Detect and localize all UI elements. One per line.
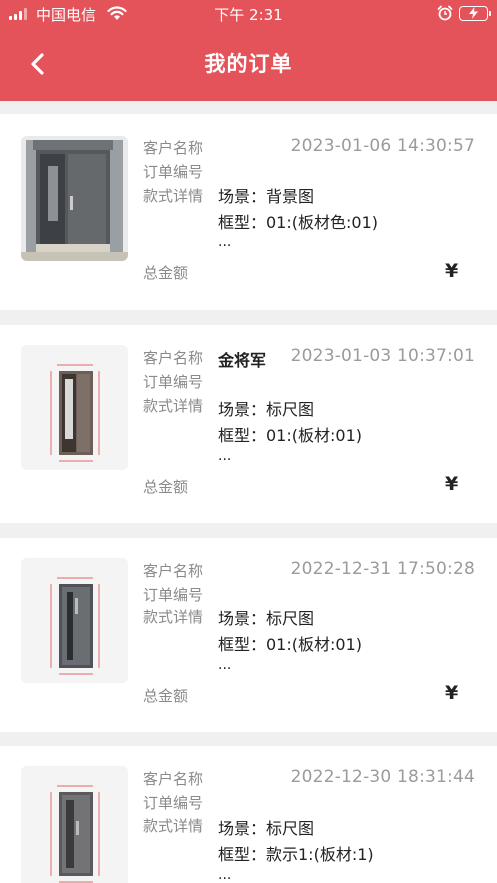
door-thumbnail[interactable] xyxy=(21,136,128,261)
total-amount: ¥ xyxy=(445,260,459,282)
order-card[interactable]: 客户名称 订单编号 款式详情 2023-01-06 14:30:57 场景：背景… xyxy=(0,114,497,310)
total-amount: ¥ xyxy=(445,682,459,704)
style-detail-label: 款式详情 xyxy=(143,187,204,205)
door-thumbnail[interactable] xyxy=(21,558,128,683)
style-detail-label: 款式详情 xyxy=(143,817,204,835)
scene-detail: 场景：标尺图 xyxy=(218,609,315,628)
order-datetime: 2023-01-06 14:30:57 xyxy=(290,136,475,156)
customer-label: 客户名称 xyxy=(143,139,204,157)
order-datetime: 2022-12-31 17:50:28 xyxy=(290,559,475,579)
order-card[interactable]: 客户名称 订单编号 款式详情 2022-12-31 17:50:28 场景：标尺… xyxy=(0,538,497,732)
order-no-label: 订单编号 xyxy=(143,586,204,604)
total-label: 总金额 xyxy=(143,687,189,705)
more-ellipsis: ... xyxy=(218,234,232,250)
battery-icon xyxy=(459,6,491,21)
status-time: 下午 2:31 xyxy=(214,6,283,24)
customer-label: 客户名称 xyxy=(143,562,204,580)
alarm-icon xyxy=(437,5,453,21)
more-ellipsis: ... xyxy=(218,657,232,673)
frame-detail: 框型：01:(板材:01) xyxy=(218,426,362,445)
app-header: 中国电信 下午 2:31 我的订单 xyxy=(0,0,497,101)
order-datetime: 2023-01-03 10:37:01 xyxy=(290,346,475,366)
more-ellipsis: ... xyxy=(218,867,232,883)
customer-label: 客户名称 xyxy=(143,770,204,788)
customer-name: 金将军 xyxy=(218,351,267,370)
status-bar: 中国电信 下午 2:31 xyxy=(0,0,497,28)
style-detail-label: 款式详情 xyxy=(143,608,204,626)
door-thumbnail[interactable] xyxy=(21,345,128,470)
scene-detail: 场景：标尺图 xyxy=(218,819,315,838)
style-detail-label: 款式详情 xyxy=(143,397,204,415)
order-datetime: 2022-12-30 18:31:44 xyxy=(290,767,475,787)
customer-label: 客户名称 xyxy=(143,349,204,367)
order-card[interactable]: 客户名称 订单编号 款式详情 金将军 2023-01-03 10:37:01 场… xyxy=(0,325,497,523)
total-label: 总金额 xyxy=(143,478,189,496)
door-thumbnail[interactable] xyxy=(21,766,128,883)
order-card[interactable]: 客户名称 订单编号 款式详情 2022-12-30 18:31:44 场景：标尺… xyxy=(0,746,497,883)
total-label: 总金额 xyxy=(143,264,189,282)
frame-detail: 框型：款示1:(板材:1) xyxy=(218,845,374,864)
total-amount: ¥ xyxy=(445,473,459,495)
scene-detail: 场景：背景图 xyxy=(218,187,315,206)
frame-detail: 框型：01:(板材色:01) xyxy=(218,213,378,232)
order-no-label: 订单编号 xyxy=(143,163,204,181)
frame-detail: 框型：01:(板材:01) xyxy=(218,635,362,654)
scene-detail: 场景：标尺图 xyxy=(218,400,315,419)
order-no-label: 订单编号 xyxy=(143,794,204,812)
page-title: 我的订单 xyxy=(204,52,293,76)
more-ellipsis: ... xyxy=(218,448,232,464)
order-no-label: 订单编号 xyxy=(143,373,204,391)
